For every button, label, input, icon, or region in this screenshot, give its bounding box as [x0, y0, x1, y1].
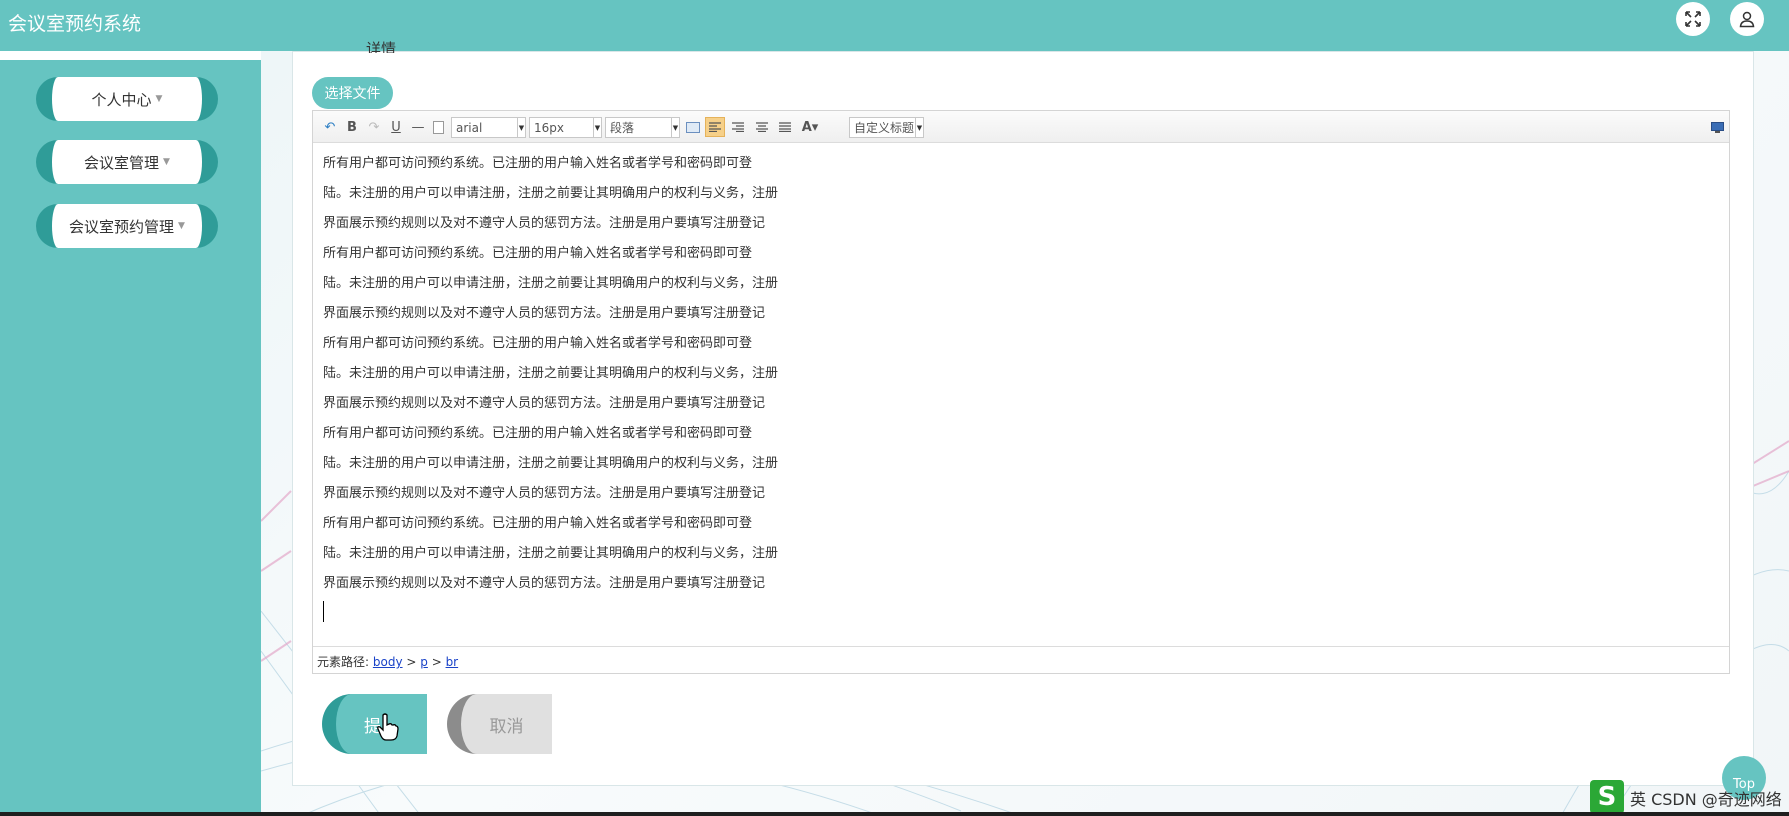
element-path-br[interactable]: br: [446, 655, 459, 669]
expand-icon: [1685, 11, 1701, 27]
align-justify-icon[interactable]: [776, 117, 794, 137]
font-family-value: arial: [456, 120, 483, 135]
horizontal-rule-icon[interactable]: —: [410, 117, 426, 137]
font-color-icon[interactable]: A▾: [799, 117, 821, 137]
content-line: 陆。未注册的用户可以申请注册，注册之前要让其明确用户的权利与义务，注册: [323, 276, 779, 291]
content-line: 陆。未注册的用户可以申请注册，注册之前要让其明确用户的权利与义务，注册: [323, 546, 779, 561]
font-family-select[interactable]: arial ▼: [451, 117, 526, 138]
content-line: 界面展示预约规则以及对不遵守人员的惩罚方法。注册是用户要填写注册登记: [323, 576, 766, 591]
align-left-icon[interactable]: [705, 117, 725, 137]
fullscreen-button[interactable]: [1676, 2, 1710, 36]
content-line: 界面展示预约规则以及对不遵守人员的惩罚方法。注册是用户要填写注册登记: [323, 396, 766, 411]
table-icon[interactable]: [684, 117, 702, 137]
cancel-button[interactable]: 取消: [447, 694, 552, 754]
caret-down-icon: ▼: [163, 157, 170, 167]
bottom-border: [0, 812, 1789, 816]
font-size-select[interactable]: 16px ▼: [529, 117, 602, 138]
undo-icon[interactable]: ↶: [321, 117, 339, 137]
rich-text-editor[interactable]: ↶ B ↷ U — arial ▼ 16px ▼ 段落 ▼ A▾ 自定义标题 ▼…: [312, 110, 1730, 674]
align-center-icon[interactable]: [753, 117, 771, 137]
caret-down-icon: ▼: [155, 94, 163, 104]
font-size-value: 16px: [534, 120, 564, 135]
element-path-label: 元素路径:: [317, 655, 370, 669]
choose-file-button[interactable]: 选择文件: [312, 77, 393, 109]
element-path-p[interactable]: p: [420, 655, 428, 669]
sidebar-item-label: 会议室管理: [84, 153, 160, 172]
user-button[interactable]: [1730, 2, 1764, 36]
sidebar-item-personal-center[interactable]: 个人中心 ▼: [36, 77, 218, 121]
app-title: 会议室预约系统: [8, 13, 142, 35]
sidebar-item-label: 个人中心: [91, 90, 152, 109]
content-line: 界面展示预约规则以及对不遵守人员的惩罚方法。注册是用户要填写注册登记: [323, 486, 766, 501]
content-line: 所有用户都可访问预约系统。已注册的用户输入姓名或者学号和密码即可登: [323, 246, 753, 261]
editor-toolbar: ↶ B ↷ U — arial ▼ 16px ▼ 段落 ▼ A▾ 自定义标题 ▼: [313, 111, 1729, 143]
content-line: 陆。未注册的用户可以申请注册，注册之前要让其明确用户的权利与义务，注册: [323, 186, 779, 201]
custom-title-value: 自定义标题: [854, 121, 915, 135]
ime-icon: S: [1590, 780, 1624, 814]
sidebar-item-room-management[interactable]: 会议室管理 ▼: [36, 140, 218, 184]
paragraph-select[interactable]: 段落 ▼: [605, 117, 680, 138]
partial-field-label: 详情: [366, 41, 397, 53]
top-header: 会议室预约系统: [0, 0, 1789, 51]
preview-icon[interactable]: [1709, 117, 1725, 137]
content-line: 陆。未注册的用户可以申请注册，注册之前要让其明确用户的权利与义务，注册: [323, 456, 779, 471]
watermark-text: 英 CSDN @奇迹网络: [1630, 790, 1782, 809]
hand-cursor-icon: [377, 713, 399, 741]
sidebar-item-label: 会议室预约管理: [69, 217, 175, 236]
submit-button[interactable]: 提: [322, 694, 427, 754]
redo-icon[interactable]: ↷: [366, 117, 382, 137]
content-line: 所有用户都可访问预约系统。已注册的用户输入姓名或者学号和密码即可登: [323, 156, 753, 171]
dropdown-arrow-icon: ▼: [593, 118, 601, 137]
element-path-body[interactable]: body: [373, 655, 403, 669]
content-line: 陆。未注册的用户可以申请注册，注册之前要让其明确用户的权利与义务，注册: [323, 366, 779, 381]
align-right-icon[interactable]: [729, 117, 747, 137]
document-icon[interactable]: [430, 117, 446, 137]
element-path-bar: 元素路径: body > p > br: [313, 646, 1729, 673]
content-line: 所有用户都可访问预约系统。已注册的用户输入姓名或者学号和密码即可登: [323, 516, 753, 531]
dropdown-arrow-icon: ▼: [671, 118, 679, 137]
content-line: 所有用户都可访问预约系统。已注册的用户输入姓名或者学号和密码即可登: [323, 426, 753, 441]
text-caret: [323, 601, 324, 622]
dropdown-arrow-icon: ▼: [517, 118, 525, 137]
sidebar: 个人中心 ▼ 会议室管理 ▼ 会议室预约管理 ▼: [0, 60, 261, 816]
dropdown-arrow-icon: ▼: [915, 118, 923, 137]
underline-icon[interactable]: U: [388, 117, 404, 137]
content-line: 所有用户都可访问预约系统。已注册的用户输入姓名或者学号和密码即可登: [323, 336, 753, 351]
bold-icon[interactable]: B: [344, 117, 360, 137]
paragraph-value: 段落: [610, 121, 635, 135]
content-line: 界面展示预约规则以及对不遵守人员的惩罚方法。注册是用户要填写注册登记: [323, 306, 766, 321]
caret-down-icon: ▼: [178, 221, 185, 231]
user-icon: [1739, 11, 1755, 28]
custom-title-select[interactable]: 自定义标题 ▼: [849, 117, 924, 138]
editor-content[interactable]: 所有用户都可访问预约系统。已注册的用户输入姓名或者学号和密码即可登 陆。未注册的…: [323, 157, 1223, 607]
content-line: 界面展示预约规则以及对不遵守人员的惩罚方法。注册是用户要填写注册登记: [323, 216, 766, 231]
sidebar-item-reservation-management[interactable]: 会议室预约管理 ▼: [36, 204, 218, 248]
